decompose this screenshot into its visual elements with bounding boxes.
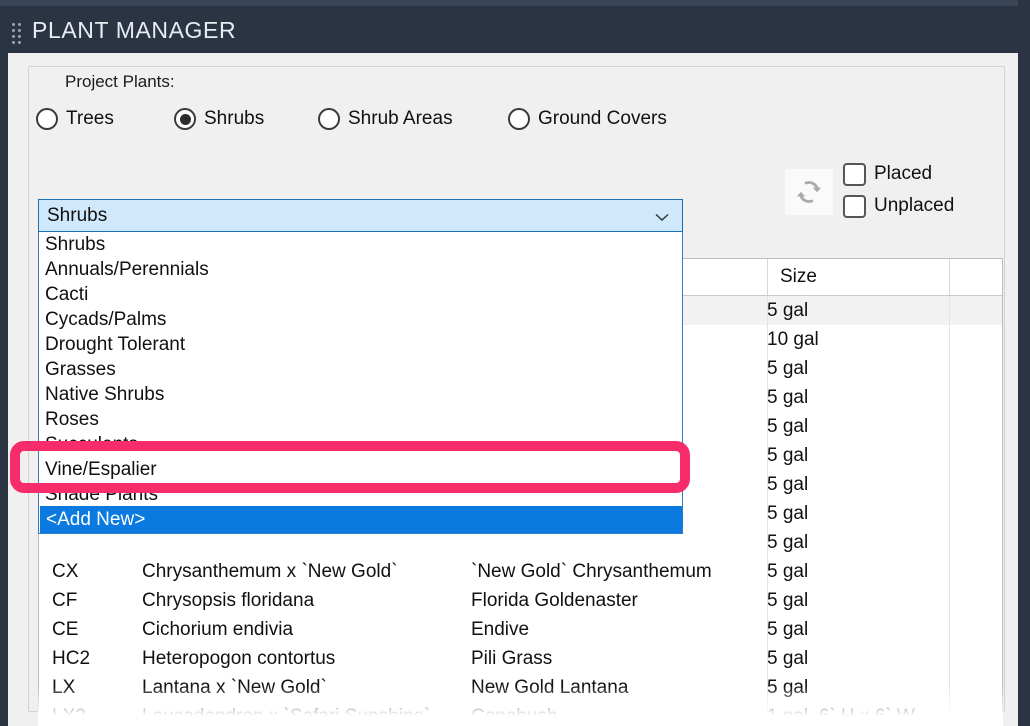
table-row[interactable]: LX Lantana x `New Gold` New Gold Lantana 5 … [39, 673, 1002, 702]
dropdown-option[interactable]: Cycads/Palms [39, 307, 682, 332]
plant-category-combobox[interactable]: Shrubs [38, 199, 683, 232]
groupbox-legend: Project Plants: [61, 72, 179, 92]
plant-type-radio-group: Trees Shrubs Shrub Areas Ground Covers [36, 108, 736, 142]
checkbox-label: Placed [874, 163, 933, 184]
cell-botanical-name: Lantana x `New Gold` [142, 677, 327, 698]
radio-shrub-areas[interactable]: Shrub Areas [318, 108, 453, 130]
cell-size: 5 gal [767, 416, 809, 437]
cell-size: 5 gal [767, 474, 809, 495]
radio-ground-covers[interactable]: Ground Covers [508, 108, 667, 130]
cell-size: 5 gal [767, 590, 809, 611]
dropdown-option[interactable]: Annuals/Perennials [39, 257, 682, 282]
radio-label: Trees [66, 108, 114, 129]
cell-size: 1 gal, 6` H x 6` W [767, 706, 915, 726]
drag-dots-icon[interactable] [12, 23, 21, 44]
title-bar: PLANT MANAGER [0, 0, 1030, 53]
combobox-value: Shrubs [47, 204, 108, 226]
cell-code: LX [52, 677, 76, 698]
dropdown-option[interactable]: Roses [39, 407, 682, 432]
cell-botanical-name: Cichorium endivia [142, 619, 294, 640]
cell-size: 5 gal [767, 445, 809, 466]
dropdown-option[interactable]: Drought Tolerant [39, 332, 682, 357]
page-title: PLANT MANAGER [32, 17, 237, 43]
radio-label: Ground Covers [538, 108, 667, 129]
cell-botanical-name: Chrysanthemum x `New Gold` [142, 561, 398, 582]
cell-size: 5 gal [767, 677, 809, 698]
checkbox-placed[interactable]: Placed [843, 158, 954, 190]
table-row[interactable]: CF Chrysopsis floridana Florida Goldenaste… [39, 586, 1002, 615]
radio-label: Shrub Areas [348, 108, 453, 129]
radio-trees[interactable]: Trees [36, 108, 114, 130]
plant-category-dropdown-list[interactable]: Shrubs Annuals/Perennials Cacti Cycads/Palm… [38, 232, 683, 534]
refresh-icon [796, 181, 822, 203]
checkbox-box [843, 162, 866, 186]
chevron-down-icon [655, 213, 669, 221]
main-panel: Project Plants: Trees Shrubs Shrub Areas Gr… [8, 53, 1018, 726]
checkbox-label: Unplaced [874, 195, 955, 216]
cell-common-name: `New Gold` Chrysanthemum [471, 561, 712, 582]
cell-botanical-name: Leucadendron x `Safari Sunshine` [142, 706, 431, 726]
cell-size: 5 gal [767, 300, 809, 321]
dropdown-option[interactable]: Vine/Espalier [39, 457, 682, 482]
cell-code: LX2 [52, 706, 86, 726]
cell-size: 5 gal [767, 503, 809, 524]
cell-size: 10 gal [767, 329, 819, 350]
radio-ring [508, 108, 530, 130]
radio-ring [318, 108, 340, 130]
checkbox-unplaced[interactable]: Unplaced [843, 190, 954, 222]
cell-common-name: Endive [471, 619, 530, 640]
cell-code: HC2 [52, 648, 91, 669]
radio-label: Shrubs [204, 108, 265, 129]
radio-ring [36, 108, 58, 130]
checkbox-box [843, 194, 866, 218]
table-row[interactable]: HC2 Heteropogon contortus Pili Grass 5 gal [39, 644, 1002, 673]
right-edge [1018, 0, 1030, 726]
table-row[interactable]: CX Chrysanthemum x `New Gold` `New Gold` C… [39, 557, 1002, 586]
table-row[interactable]: LX2 Leucadendron x `Safari Sunshine` Coneb… [39, 702, 1002, 726]
cell-code: CE [52, 619, 79, 640]
cell-size: 5 gal [767, 387, 809, 408]
cell-size: 5 gal [767, 648, 809, 669]
dropdown-option[interactable]: Cacti [39, 282, 682, 307]
cell-common-name: Conebush [471, 706, 558, 726]
cell-size: 5 gal [767, 532, 809, 553]
cell-botanical-name: Heteropogon contortus [142, 648, 336, 669]
plant-manager-window: PLANT MANAGER Project Plants: Trees Shrub… [0, 0, 1030, 726]
dropdown-option[interactable]: Grasses [39, 357, 682, 382]
dropdown-option[interactable]: Native Shrubs [39, 382, 682, 407]
refresh-button[interactable] [785, 169, 833, 215]
column-header-size[interactable]: Size [780, 259, 817, 295]
dropdown-option[interactable]: Shrubs [39, 232, 682, 257]
cell-common-name: Florida Goldenaster [471, 590, 638, 611]
placement-filter-group: Placed Unplaced [843, 158, 954, 222]
table-row[interactable]: CE Cichorium endivia Endive 5 gal [39, 615, 1002, 644]
dropdown-option-add-new[interactable]: <Add New> [40, 506, 682, 533]
dropdown-option[interactable]: Succulents [39, 432, 682, 457]
left-edge [0, 53, 8, 726]
cell-common-name: New Gold Lantana [471, 677, 629, 698]
cell-code: CF [52, 590, 78, 611]
cell-size: 5 gal [767, 619, 809, 640]
cell-code: CX [52, 561, 79, 582]
radio-ring [174, 108, 196, 130]
cell-botanical-name: Chrysopsis floridana [142, 590, 315, 611]
dropdown-option[interactable]: Shade Plants [39, 482, 682, 507]
cell-common-name: Pili Grass [471, 648, 553, 669]
cell-size: 5 gal [767, 358, 809, 379]
cell-size: 5 gal [767, 561, 809, 582]
radio-shrubs[interactable]: Shrubs [174, 108, 264, 130]
